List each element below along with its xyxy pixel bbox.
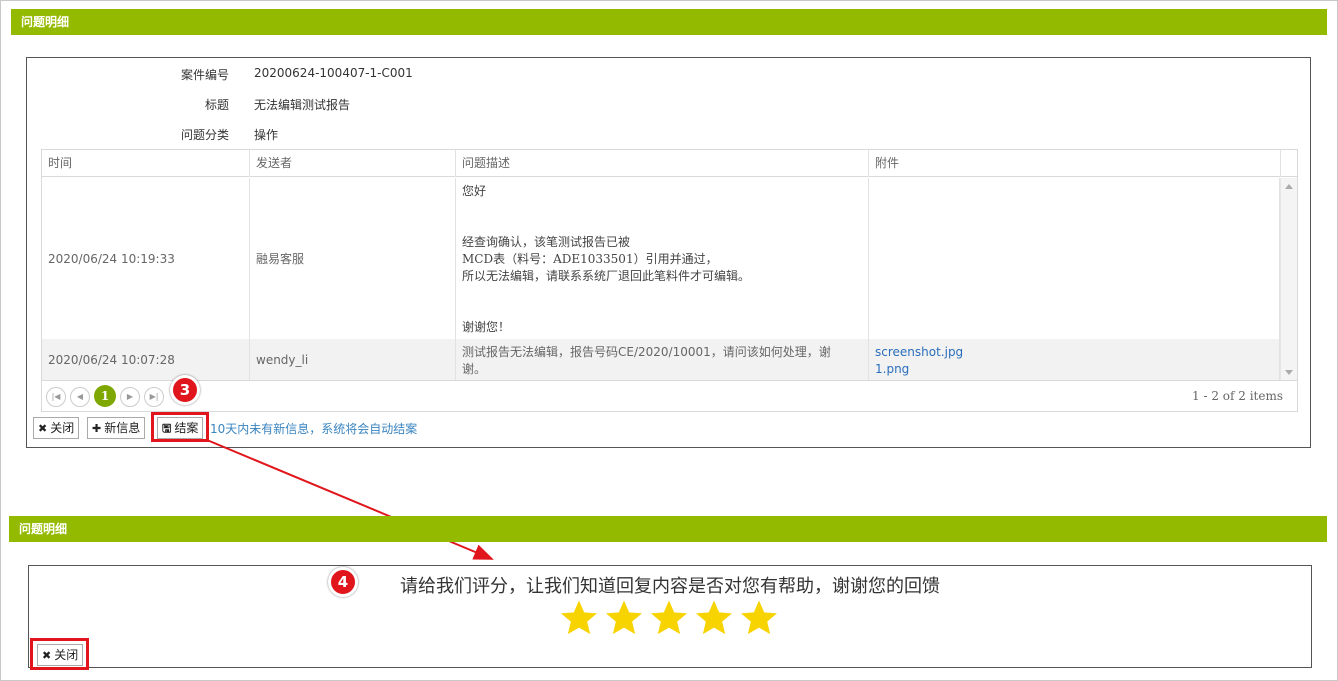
step-badge-4: 4 — [328, 567, 358, 597]
rating-panel: 请给我们评分，让我们知道回复内容是否对您有帮助，谢谢您的回馈 ✖ 关闭 — [28, 565, 1312, 668]
star-icon[interactable] — [649, 598, 689, 638]
star-rating[interactable] — [559, 598, 784, 638]
star-icon[interactable] — [604, 598, 644, 638]
star-icon[interactable] — [559, 598, 599, 638]
rating-prompt: 请给我们评分，让我们知道回复内容是否对您有帮助，谢谢您的回馈 — [400, 576, 940, 597]
highlight-rating-close — [30, 638, 89, 670]
section-title: 问题明细 — [19, 522, 68, 536]
section-header-2: 问题明细 — [9, 516, 1327, 542]
star-icon[interactable] — [694, 598, 734, 638]
star-icon[interactable] — [739, 598, 779, 638]
